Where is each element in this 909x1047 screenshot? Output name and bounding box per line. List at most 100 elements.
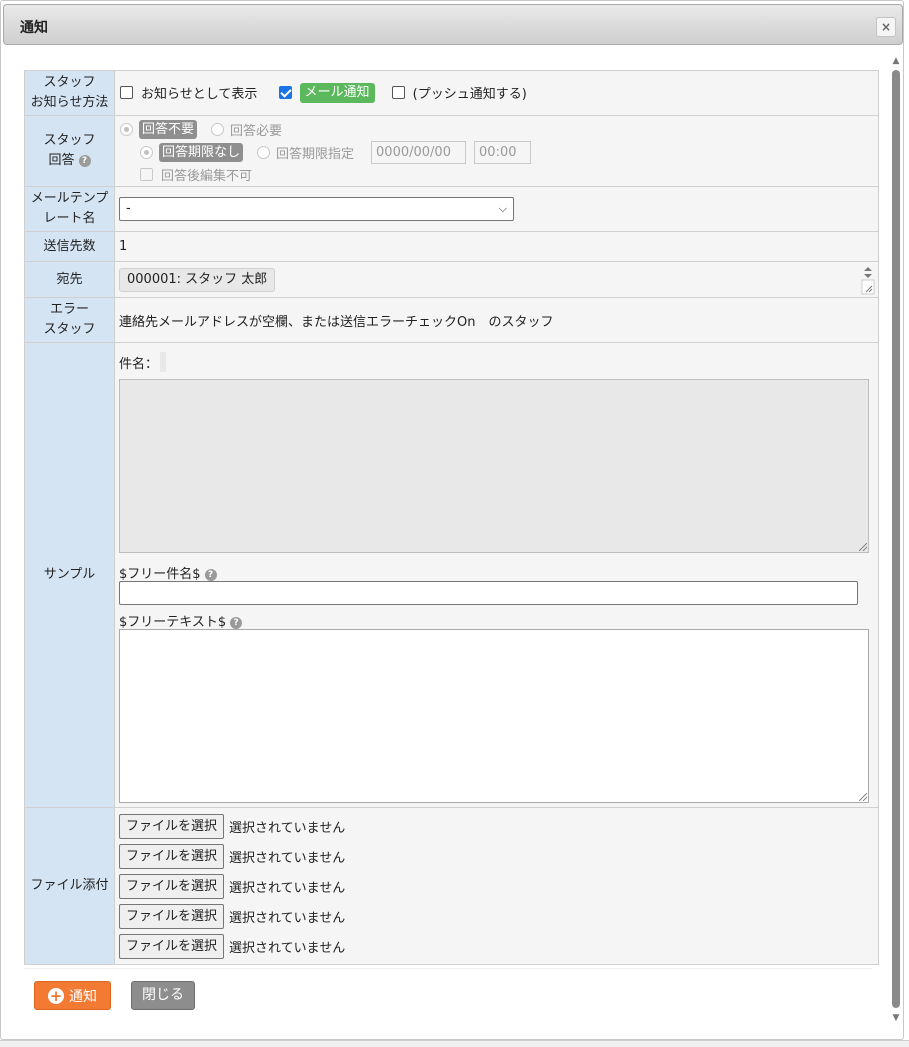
- notify-button[interactable]: + 通知: [34, 981, 111, 1010]
- close-icon[interactable]: ×: [876, 17, 896, 37]
- sample-body-textarea: [119, 379, 869, 553]
- file-select-button[interactable]: ファイルを選択: [119, 813, 225, 839]
- cell-attachments: ファイルを選択 選択されていません ファイルを選択 選択されていません ファイル…: [114, 807, 879, 965]
- free-text-textarea[interactable]: [119, 629, 869, 803]
- show-as-notice-checkbox[interactable]: [120, 86, 133, 100]
- reply-required-label: 回答必要: [230, 123, 283, 139]
- show-as-notice-label: お知らせとして表示: [141, 87, 258, 103]
- file-status: 選択されていません: [229, 940, 346, 956]
- file-select-button[interactable]: ファイルを選択: [119, 873, 225, 899]
- cell-template: - ⌵: [114, 186, 879, 232]
- no-deadline-label: 回答期限なし: [159, 142, 244, 162]
- file-select-button[interactable]: ファイルを選択: [119, 843, 225, 869]
- no-edit-after-checkbox: [140, 167, 153, 181]
- file-status: 選択されていません: [229, 880, 346, 896]
- row-recipient: 宛先 000001: スタッフ 太郎: [24, 261, 879, 298]
- label-template: メールテンプ レート名: [24, 186, 115, 232]
- scroll-down-icon[interactable]: ▼: [891, 1013, 901, 1023]
- set-deadline-label: 回答期限指定: [276, 146, 355, 162]
- label-recipient: 宛先: [24, 261, 115, 298]
- dialog-content[interactable]: スタッフ お知らせ方法 お知らせとして表示 メール通知 (プッシュ通知する) ス…: [1, 46, 889, 1031]
- row-reply: スタッフ 回答? 回答不要 回答必要 回答期限なし 回答期限指定 0000/00…: [24, 115, 879, 187]
- cell-recipient: 000001: スタッフ 太郎: [114, 261, 879, 298]
- dialog-titlebar[interactable]: 通知 ×: [3, 4, 903, 45]
- cell-sample: 件名： $フリー件名$? $フリーテキスト$?: [114, 342, 879, 808]
- set-deadline-radio: [257, 145, 271, 159]
- plus-circle-icon: +: [48, 986, 64, 1005]
- help-icon[interactable]: ?: [230, 616, 243, 629]
- help-icon[interactable]: ?: [78, 154, 91, 167]
- no-edit-after-label: 回答後編集不可: [161, 168, 253, 184]
- mail-notify-checkbox[interactable]: [278, 86, 292, 100]
- resize-grip-icon[interactable]: [859, 793, 867, 801]
- chevron-down-icon: ⌵: [498, 202, 507, 215]
- file-row: ファイルを選択 選択されていません: [119, 841, 874, 871]
- row-recipient-count: 送信先数 1: [24, 231, 879, 262]
- recipient-count-value: 1: [114, 231, 879, 262]
- scroll-up-icon[interactable]: ▲: [891, 56, 901, 66]
- label-method: スタッフ お知らせ方法: [24, 70, 115, 116]
- file-select-button[interactable]: ファイルを選択: [119, 903, 225, 929]
- template-select[interactable]: - ⌵: [119, 197, 514, 221]
- notification-form: スタッフ お知らせ方法 お知らせとして表示 メール通知 (プッシュ通知する) ス…: [24, 70, 879, 965]
- reply-required-radio: [211, 122, 225, 136]
- subject-label: 件名：: [119, 356, 159, 372]
- file-select-button[interactable]: ファイルを選択: [119, 933, 225, 959]
- free-subject-input[interactable]: [119, 581, 858, 605]
- dialog-title: 通知: [20, 20, 48, 36]
- dialog-footer: + 通知 閉じる: [24, 968, 872, 1028]
- window-bottom-edge: [0, 1040, 909, 1047]
- no-deadline-radio: [140, 145, 153, 159]
- no-reply-radio: [120, 122, 133, 136]
- label-method-line2: お知らせ方法: [30, 95, 109, 110]
- file-row: ファイルを選択 選択されていません: [119, 871, 874, 901]
- label-sample: サンプル: [24, 342, 115, 808]
- file-status: 選択されていません: [229, 910, 346, 926]
- label-attachments: ファイル添付: [24, 807, 115, 965]
- help-icon[interactable]: ?: [204, 568, 217, 581]
- label-reply-line2: 回答: [48, 153, 75, 168]
- push-notify-option[interactable]: (プッシュ通知する): [391, 83, 527, 102]
- free-text-label: $フリーテキスト$: [119, 615, 227, 630]
- row-error-staff: エラー スタッフ 連絡先メールアドレスが空欄、または送信エラーチェックOn のス…: [24, 297, 879, 343]
- deadline-date-input: 0000/00/00: [371, 140, 467, 164]
- no-reply-label: 回答不要: [139, 119, 198, 139]
- deadline-time-input: 00:00: [474, 140, 532, 164]
- cell-reply: 回答不要 回答必要 回答期限なし 回答期限指定 0000/00/00 00:00: [114, 115, 879, 187]
- row-sample: サンプル 件名： $フリー件名$? $フリーテキスト$?: [24, 342, 879, 808]
- template-select-value: -: [126, 201, 131, 216]
- label-recipient-count: 送信先数: [24, 231, 115, 262]
- mail-notify-option[interactable]: メール通知: [278, 82, 375, 103]
- vertical-scrollbar[interactable]: ▲ ▼: [889, 56, 903, 1026]
- mail-notify-badge: メール通知: [299, 82, 375, 103]
- label-reply: スタッフ 回答?: [24, 115, 115, 187]
- push-notify-label: (プッシュ通知する): [412, 87, 527, 103]
- recipient-resize-control[interactable]: [861, 265, 875, 295]
- recipient-chip[interactable]: 000001: スタッフ 太郎: [119, 267, 276, 292]
- label-template-line2: レート名: [43, 211, 96, 226]
- subject-value: [160, 352, 167, 372]
- file-row: ファイルを選択 選択されていません: [119, 901, 874, 931]
- label-reply-line1: スタッフ: [43, 133, 96, 148]
- label-method-line1: スタッフ: [43, 75, 96, 90]
- file-row: ファイルを選択 選択されていません: [119, 931, 874, 961]
- label-error-staff: エラー スタッフ: [24, 297, 115, 343]
- label-template-line1: メールテンプ: [30, 191, 109, 206]
- scroll-thumb[interactable]: [892, 70, 900, 1008]
- notify-button-label: 通知: [69, 988, 97, 1005]
- row-attachments: ファイル添付 ファイルを選択 選択されていません ファイルを選択 選択されていま…: [24, 807, 879, 965]
- row-template: メールテンプ レート名 - ⌵: [24, 186, 879, 232]
- close-button[interactable]: 閉じる: [131, 981, 195, 1010]
- resize-grip-icon[interactable]: [859, 543, 867, 551]
- show-as-notice-option[interactable]: お知らせとして表示: [119, 83, 257, 102]
- label-error-line2: スタッフ: [43, 322, 96, 337]
- file-row: ファイルを選択 選択されていません: [119, 811, 874, 841]
- free-subject-label: $フリー件名$: [119, 567, 201, 582]
- file-status: 選択されていません: [229, 820, 346, 836]
- file-status: 選択されていません: [229, 850, 346, 866]
- cell-method: お知らせとして表示 メール通知 (プッシュ通知する): [114, 70, 879, 116]
- notification-dialog: 通知 × スタッフ お知らせ方法 お知らせとして表示 メール通知 (プッシュ通知…: [0, 0, 904, 1040]
- push-notify-checkbox[interactable]: [391, 86, 405, 100]
- label-error-line1: エラー: [49, 302, 89, 317]
- row-method: スタッフ お知らせ方法 お知らせとして表示 メール通知 (プッシュ通知する): [24, 70, 879, 116]
